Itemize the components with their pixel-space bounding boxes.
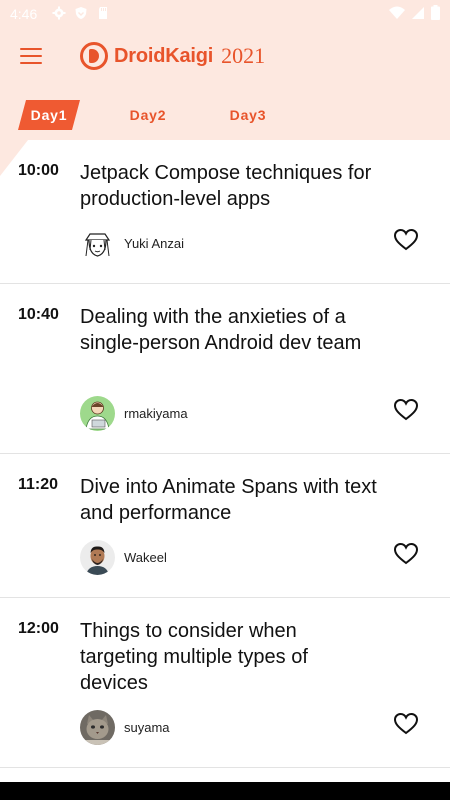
speaker: Yuki Anzai [80, 226, 184, 261]
session-time: 10:00 [18, 162, 59, 179]
heart-outline-icon[interactable] [394, 399, 418, 421]
session-title: Jetpack Compose techniques for productio… [80, 162, 372, 210]
droidkaigi-logo-mark-icon [80, 42, 108, 70]
session-time: 10:40 [18, 306, 59, 323]
app-bar: DroidKaigi 2021 [0, 28, 450, 86]
illustrated-avatar-icon [80, 396, 115, 431]
session-time: 11:20 [18, 476, 59, 493]
heart-outline-icon[interactable] [394, 543, 418, 565]
logo-text: DroidKaigi [114, 44, 214, 67]
battery-icon [431, 5, 440, 20]
status-time: 4:46 [10, 6, 38, 22]
speaker-name: suyama [124, 720, 170, 735]
day-tabs: Day1 Day2 Day3 [0, 86, 450, 140]
speaker: Wakeel [80, 540, 167, 575]
navigation-bar [0, 782, 450, 800]
session-time: 12:00 [18, 620, 59, 637]
photo-avatar-icon [80, 540, 115, 575]
manga-avatar-icon [80, 226, 115, 261]
sd-card-icon [99, 7, 107, 19]
wifi-icon [389, 6, 405, 19]
session-item[interactable]: 11:20 Dive into Animate Spans with text … [0, 454, 450, 598]
speaker-name: rmakiyama [124, 406, 188, 421]
droidkaigi-logo: DroidKaigi 2021 [80, 42, 265, 70]
heart-outline-icon[interactable] [394, 229, 418, 251]
heart-outline-icon[interactable] [394, 713, 418, 735]
shield-icon [75, 7, 87, 19]
status-bar: 4:46 [0, 0, 450, 28]
hamburger-menu-icon[interactable] [20, 48, 42, 66]
session-title: Dive into Animate Spans with text and pe… [80, 476, 377, 524]
status-icons-right [389, 5, 440, 20]
tab-day1[interactable]: Day1 [18, 100, 80, 130]
speaker: rmakiyama [80, 396, 188, 431]
speaker-name: Wakeel [124, 550, 167, 565]
session-item[interactable]: 10:40 Dealing with the anxieties of a si… [0, 284, 450, 454]
speaker-name: Yuki Anzai [124, 236, 184, 251]
session-item[interactable]: 12:00 Things to consider when targeting … [0, 598, 450, 768]
session-title: Things to consider when targeting multip… [80, 620, 308, 694]
gear-icon [52, 6, 66, 20]
signal-icon [412, 6, 424, 19]
logo-year: 2021 [221, 43, 266, 68]
cat-avatar-icon [80, 710, 115, 745]
session-list: 10:00 Jetpack Compose techniques for pro… [0, 140, 450, 768]
session-title: Dealing with the anxieties of a single-p… [80, 306, 362, 354]
speaker: suyama [80, 710, 170, 745]
tab-day3[interactable]: Day3 [224, 100, 272, 130]
tab-day2[interactable]: Day2 [124, 100, 172, 130]
session-item[interactable]: 10:00 Jetpack Compose techniques for pro… [0, 140, 450, 284]
status-icons-left [52, 6, 110, 20]
